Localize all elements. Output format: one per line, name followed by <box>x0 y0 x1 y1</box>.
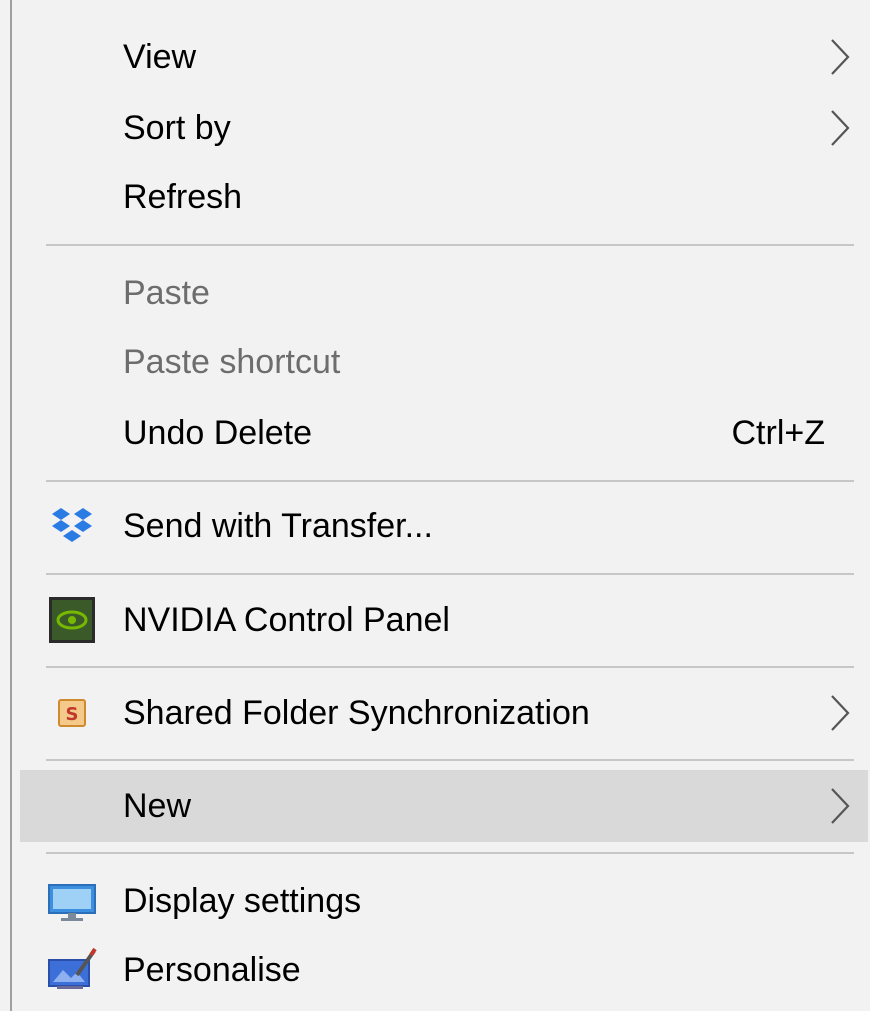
display-icon <box>48 884 96 921</box>
svg-text:S: S <box>66 704 79 725</box>
menu-item-label: Paste shortcut <box>123 342 341 381</box>
menu-item-view[interactable]: View <box>20 24 868 90</box>
menu-item-label: Send with Transfer... <box>123 506 433 545</box>
menu-item-label: NVIDIA Control Panel <box>123 600 450 639</box>
desktop-context-menu: View Sort by Refresh Paste Paste shortcu… <box>10 0 868 1011</box>
menu-item-label: New <box>123 786 192 825</box>
menu-separator <box>46 573 854 575</box>
menu-separator <box>46 244 854 246</box>
chevron-right-icon <box>831 788 850 824</box>
shared-folder-sync-icon: S <box>58 699 86 727</box>
chevron-right-icon <box>831 110 850 146</box>
menu-item-paste: Paste <box>20 260 868 326</box>
menu-item-undo-delete[interactable]: Undo Delete Ctrl+Z <box>20 400 868 466</box>
menu-item-label: Sort by <box>123 108 231 147</box>
dropbox-icon <box>52 508 92 542</box>
shortcut-hint: Ctrl+Z <box>731 413 826 452</box>
menu-item-label: Personalise <box>123 950 301 989</box>
nvidia-icon <box>49 597 95 643</box>
chevron-right-icon <box>831 695 850 731</box>
menu-item-display-settings[interactable]: Display settings <box>20 868 868 934</box>
menu-separator <box>46 480 854 482</box>
personalise-icon <box>48 947 97 989</box>
menu-item-label: View <box>123 37 197 76</box>
menu-separator <box>46 852 854 854</box>
menu-item-new[interactable]: New <box>20 770 868 842</box>
menu-item-label: Undo Delete <box>123 413 313 452</box>
menu-item-label: Refresh <box>123 177 243 216</box>
menu-separator <box>46 759 854 761</box>
menu-item-shared-folder-sync[interactable]: S Shared Folder Synchronization <box>20 680 868 746</box>
chevron-right-icon <box>831 39 850 75</box>
menu-item-personalise[interactable]: Personalise <box>20 937 868 1003</box>
menu-item-nvidia-control-panel[interactable]: NVIDIA Control Panel <box>20 587 868 653</box>
menu-item-refresh[interactable]: Refresh <box>20 164 868 230</box>
menu-item-label: Shared Folder Synchronization <box>123 693 590 732</box>
menu-item-send-with-transfer[interactable]: Send with Transfer... <box>20 493 868 559</box>
menu-item-paste-shortcut: Paste shortcut <box>20 329 868 395</box>
menu-separator <box>46 666 854 668</box>
menu-item-sort-by[interactable]: Sort by <box>20 95 868 161</box>
menu-item-label: Paste <box>123 273 210 312</box>
menu-item-label: Display settings <box>123 881 362 920</box>
